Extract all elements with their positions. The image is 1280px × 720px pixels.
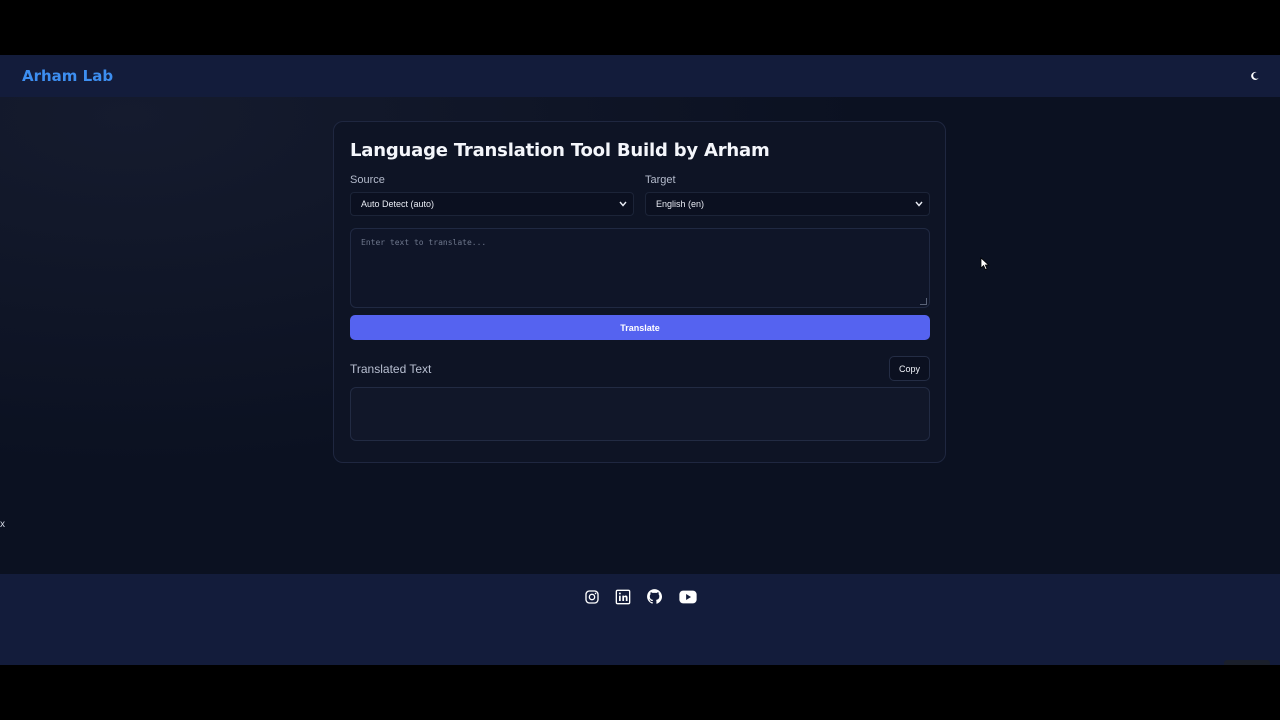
instagram-link[interactable]: [583, 587, 602, 606]
target-label: Target: [645, 174, 676, 186]
chevron-down-icon: [915, 201, 923, 207]
source-language-value: Auto Detect (auto): [361, 199, 435, 209]
youtube-link[interactable]: [678, 587, 698, 606]
github-link[interactable]: [645, 587, 664, 606]
linkedin-icon: [615, 589, 631, 604]
linkedin-link[interactable]: [614, 587, 633, 606]
resize-handle-icon[interactable]: [920, 298, 927, 305]
translate-button[interactable]: Translate: [350, 315, 930, 340]
source-label: Source: [350, 174, 385, 186]
source-text-input[interactable]: Enter text to translate...: [350, 228, 930, 308]
source-language-select[interactable]: Auto Detect (auto): [350, 192, 634, 216]
translator-card: Language Translation Tool Build by Arham…: [333, 121, 946, 463]
video-overlay-tab: [1224, 660, 1270, 665]
mouse-cursor-icon: [980, 257, 990, 271]
theme-toggle-button[interactable]: [1246, 67, 1264, 85]
moon-icon: [1251, 71, 1259, 80]
github-icon: [646, 589, 662, 604]
brand-logo-text[interactable]: Arham Lab: [22, 67, 113, 85]
target-language-select[interactable]: English (en): [645, 192, 930, 216]
app-viewport: Arham Lab Language Translation Tool Buil…: [0, 55, 1280, 665]
chevron-down-icon: [619, 201, 627, 207]
translated-text-output: [350, 387, 930, 441]
social-links: [0, 587, 1280, 606]
footer: [0, 574, 1280, 665]
page-title: Language Translation Tool Build by Arham: [350, 140, 770, 161]
stray-text: x: [0, 519, 5, 530]
instagram-icon: [585, 589, 599, 604]
youtube-icon: [678, 590, 697, 603]
target-language-value: English (en): [656, 199, 705, 209]
source-text-placeholder: Enter text to translate...: [361, 238, 487, 247]
top-navbar: Arham Lab: [0, 55, 1280, 97]
translated-text-label: Translated Text: [350, 362, 432, 376]
copy-button[interactable]: Copy: [889, 356, 930, 381]
